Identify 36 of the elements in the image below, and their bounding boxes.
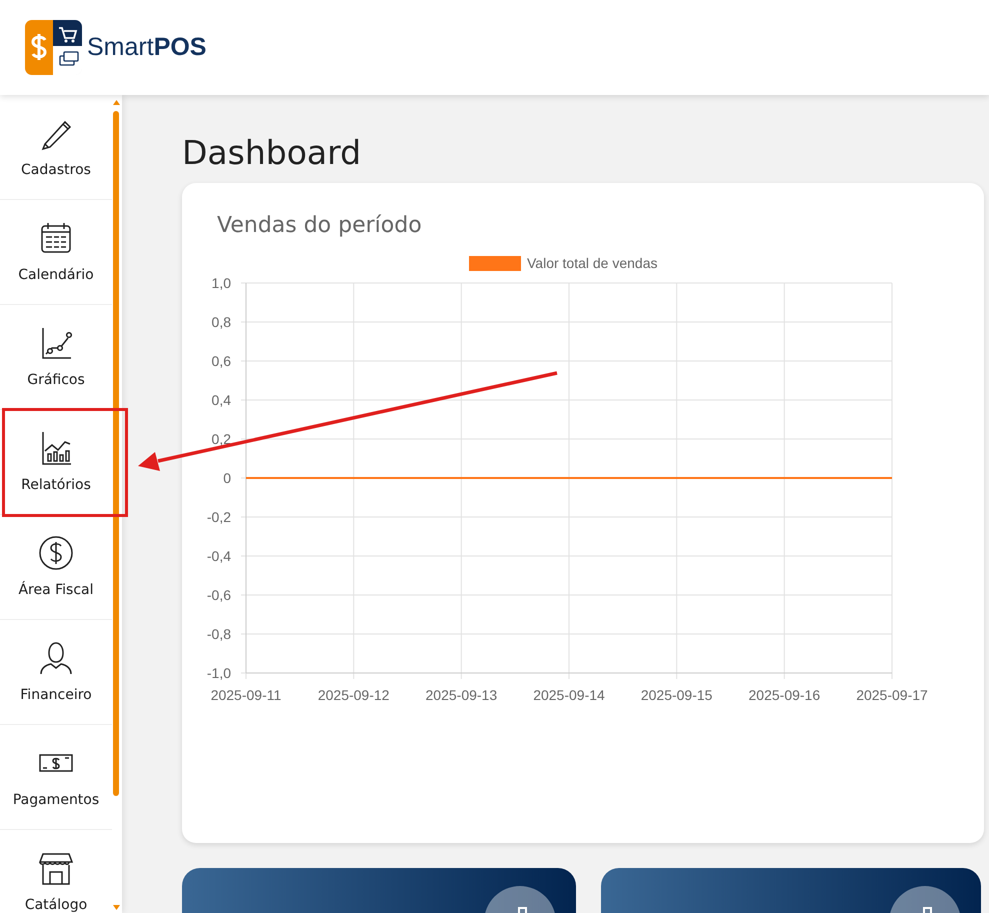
y-tick-label: 0,8 bbox=[212, 314, 231, 330]
sidebar-item[interactable]: Pagamentos bbox=[0, 725, 112, 830]
sidebar-item[interactable]: Financeiro bbox=[0, 620, 112, 725]
card-title: Vendas do período bbox=[217, 212, 423, 239]
page-title: Dashboard bbox=[182, 133, 362, 173]
scroll-up-icon[interactable] bbox=[113, 100, 120, 105]
x-tick-label: 2025-09-14 bbox=[533, 686, 605, 703]
legend-label: Valor total de vendas bbox=[527, 254, 658, 271]
y-tick-label: 0,2 bbox=[212, 430, 231, 447]
sidebar-item[interactable]: Gráficos bbox=[0, 305, 112, 410]
x-tick-label: 2025-09-13 bbox=[426, 686, 498, 703]
dollar-icon bbox=[37, 534, 75, 572]
x-tick-label: 2025-09-17 bbox=[856, 686, 928, 703]
legend-swatch[interactable] bbox=[469, 256, 521, 271]
y-tick-label: 0,6 bbox=[212, 352, 231, 369]
sidebar-item[interactable]: Área Fiscal bbox=[0, 515, 112, 620]
x-tick-label: 2025-09-15 bbox=[640, 686, 712, 703]
x-tick-label: 2025-09-16 bbox=[748, 686, 820, 703]
sidebar-item[interactable]: Cadastros bbox=[0, 95, 112, 200]
brand-name: SmartPOS bbox=[87, 32, 206, 63]
y-tick-label: 0 bbox=[223, 470, 231, 486]
sidebar-item[interactable]: Catálogo bbox=[0, 830, 112, 913]
y-tick-label: -0,2 bbox=[206, 508, 231, 525]
x-tick-label: 2025-09-11 bbox=[210, 686, 282, 703]
sidebar-item[interactable]: Relatórios bbox=[0, 410, 112, 515]
y-tick-label: -0,4 bbox=[206, 548, 231, 564]
y-tick-label: 1,0 bbox=[212, 274, 231, 291]
x-tick-label: 2025-09-12 bbox=[318, 686, 390, 703]
y-tick-label: -0,6 bbox=[206, 586, 231, 603]
logo-icon bbox=[25, 20, 82, 75]
y-tick-label: -0,8 bbox=[206, 626, 231, 642]
sidebar-item[interactable]: Calendário bbox=[0, 200, 112, 305]
scrollbar-thumb[interactable] bbox=[113, 111, 119, 796]
y-tick-label: -1,0 bbox=[206, 664, 231, 681]
scroll-down-icon[interactable] bbox=[113, 905, 120, 910]
y-tick-label: 0,4 bbox=[212, 392, 231, 408]
